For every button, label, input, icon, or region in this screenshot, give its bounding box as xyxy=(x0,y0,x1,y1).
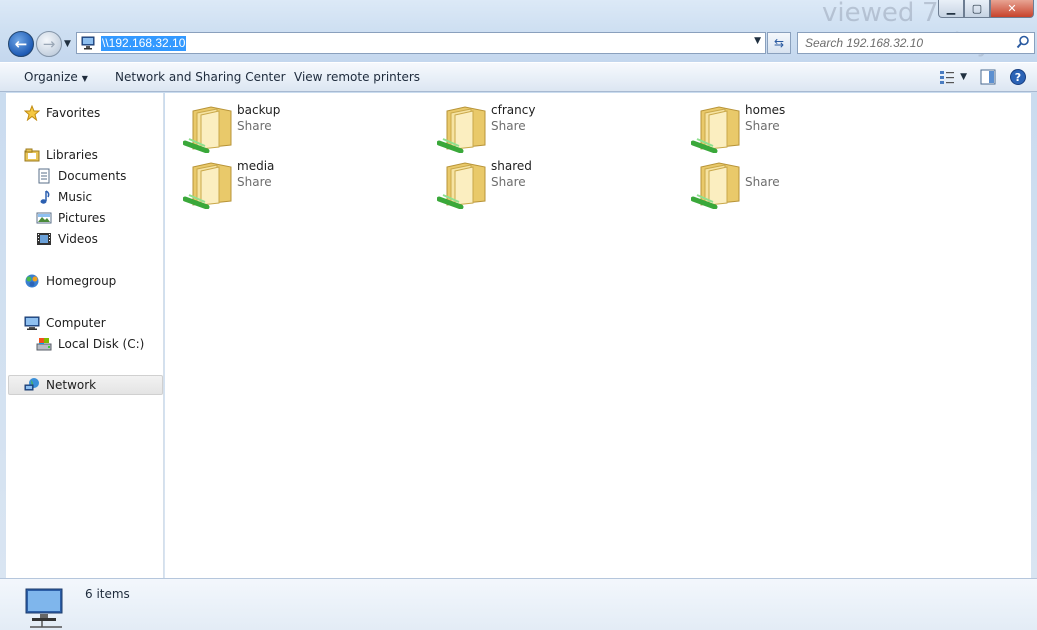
pictures-icon xyxy=(36,212,52,224)
forward-button[interactable]: → xyxy=(36,31,62,57)
sidebar-label: Network xyxy=(46,378,97,392)
homegroup-icon xyxy=(25,274,39,288)
sidebar-label: Local Disk (C:) xyxy=(58,337,145,351)
back-button[interactable]: ← xyxy=(8,31,34,57)
sidebar-label: Documents xyxy=(58,169,127,183)
sidebar-item-libraries[interactable]: Libraries xyxy=(24,145,98,165)
close-button[interactable]: ✕ xyxy=(990,0,1034,18)
help-icon[interactable]: ? xyxy=(1009,68,1027,86)
back-arrow-icon: ← xyxy=(14,35,28,53)
minimize-icon: ▁ xyxy=(946,2,956,15)
shared-folder-icon xyxy=(691,162,740,209)
sidebar-item-computer[interactable]: Computer xyxy=(24,313,106,333)
share-item-cfrancy[interactable]: cfrancy Share xyxy=(437,101,677,153)
share-item-unnamed[interactable]: Share xyxy=(691,157,931,209)
sidebar-label: Libraries xyxy=(46,148,98,162)
computer-icon xyxy=(24,316,40,330)
sidebar-label: Pictures xyxy=(58,211,106,225)
view-controls: ▼ ? xyxy=(938,68,1027,86)
share-type: Share xyxy=(745,175,780,189)
network-sharing-center-button[interactable]: Network and Sharing Center xyxy=(115,70,286,84)
preview-pane-icon[interactable] xyxy=(979,68,997,86)
network-computer-icon xyxy=(25,588,63,628)
address-path[interactable]: \\192.168.32.10 xyxy=(101,36,187,51)
maximize-button[interactable]: ▢ xyxy=(964,0,990,18)
sidebar-item-videos[interactable]: Videos xyxy=(36,229,98,249)
documents-icon xyxy=(38,168,50,184)
shared-folder-icon xyxy=(437,162,486,209)
search-icon[interactable] xyxy=(1016,35,1030,49)
share-type: Share xyxy=(237,119,272,133)
sidebar-label: Homegroup xyxy=(46,274,117,288)
file-list: backup Share cfrancy Share homes Share m… xyxy=(165,93,1031,578)
videos-icon xyxy=(37,233,51,245)
share-name: homes xyxy=(745,103,786,117)
share-name: backup xyxy=(237,103,281,117)
share-item-shared[interactable]: shared Share xyxy=(437,157,677,209)
network-computer-icon xyxy=(81,36,95,50)
svg-text:?: ? xyxy=(1015,71,1021,84)
sidebar-item-documents[interactable]: Documents xyxy=(36,166,126,186)
sidebar-item-pictures[interactable]: Pictures xyxy=(36,208,106,228)
share-item-homes[interactable]: homes Share xyxy=(691,101,931,153)
share-name: cfrancy xyxy=(491,103,536,117)
share-type: Share xyxy=(491,175,526,189)
search-placeholder: Search 192.168.32.10 xyxy=(805,36,924,50)
address-bar[interactable]: \\192.168.32.10 ▼ xyxy=(76,32,766,54)
view-options-dropdown-icon[interactable]: ▼ xyxy=(960,72,967,82)
search-box[interactable]: Search 192.168.32.10 xyxy=(797,32,1035,54)
sidebar-item-local-disk[interactable]: Local Disk (C:) xyxy=(36,334,144,354)
share-type: Share xyxy=(491,119,526,133)
organize-label: Organize xyxy=(24,70,78,84)
navigation-pane: Favorites Libraries Documents Music Pict… xyxy=(6,93,164,578)
background-ghost-text: viewed xyxy=(822,0,915,28)
shared-folder-icon xyxy=(691,106,740,153)
sidebar-label: Favorites xyxy=(46,106,101,120)
shared-folder-icon xyxy=(183,162,232,209)
address-dropdown-icon[interactable]: ▼ xyxy=(754,36,761,46)
close-icon: ✕ xyxy=(1007,2,1017,15)
sidebar-label: Computer xyxy=(46,316,106,330)
star-icon xyxy=(24,105,40,121)
libraries-icon xyxy=(24,148,40,162)
share-name: media xyxy=(237,159,275,173)
item-count: 6 items xyxy=(85,587,130,601)
navigation-bar: ← → ▼ \\192.168.32.10 ▼ ⇆ Search 192.168… xyxy=(0,28,1037,60)
refresh-icon: ⇆ xyxy=(773,36,785,50)
refresh-button[interactable]: ⇆ xyxy=(767,32,791,54)
sidebar-item-network[interactable]: Network xyxy=(8,375,163,395)
maximize-icon: ▢ xyxy=(971,2,983,15)
change-view-icon[interactable] xyxy=(938,68,956,86)
network-globe-icon xyxy=(24,378,39,391)
organize-menu[interactable]: Organize ▼ xyxy=(24,70,88,84)
shared-folder-icon xyxy=(183,106,232,153)
share-item-backup[interactable]: backup Share xyxy=(183,101,423,153)
music-icon xyxy=(40,190,50,204)
forward-arrow-icon: → xyxy=(42,35,56,53)
shared-folder-icon xyxy=(437,106,486,153)
window-controls: ▁ ▢ ✕ xyxy=(938,0,1034,18)
sidebar-label: Videos xyxy=(58,232,98,246)
chevron-down-icon: ▼ xyxy=(81,74,88,83)
view-remote-printers-button[interactable]: View remote printers xyxy=(294,70,420,84)
share-type: Share xyxy=(237,175,272,189)
share-item-media[interactable]: media Share xyxy=(183,157,423,209)
details-pane: 6 items xyxy=(0,578,1037,630)
background-ghost-text: 7 xyxy=(922,0,939,28)
command-bar: Organize ▼ Network and Sharing Center Vie… xyxy=(0,62,1037,92)
sidebar-item-homegroup[interactable]: Homegroup xyxy=(24,271,116,291)
sidebar-label: Music xyxy=(58,190,93,204)
recent-pages-dropdown[interactable]: ▼ xyxy=(64,39,71,49)
sidebar-item-favorites[interactable]: Favorites xyxy=(24,103,100,123)
minimize-button[interactable]: ▁ xyxy=(938,0,964,18)
sidebar-item-music[interactable]: Music xyxy=(36,187,92,207)
share-name: shared xyxy=(491,159,532,173)
share-type: Share xyxy=(745,119,780,133)
hard-drive-icon xyxy=(36,338,52,351)
